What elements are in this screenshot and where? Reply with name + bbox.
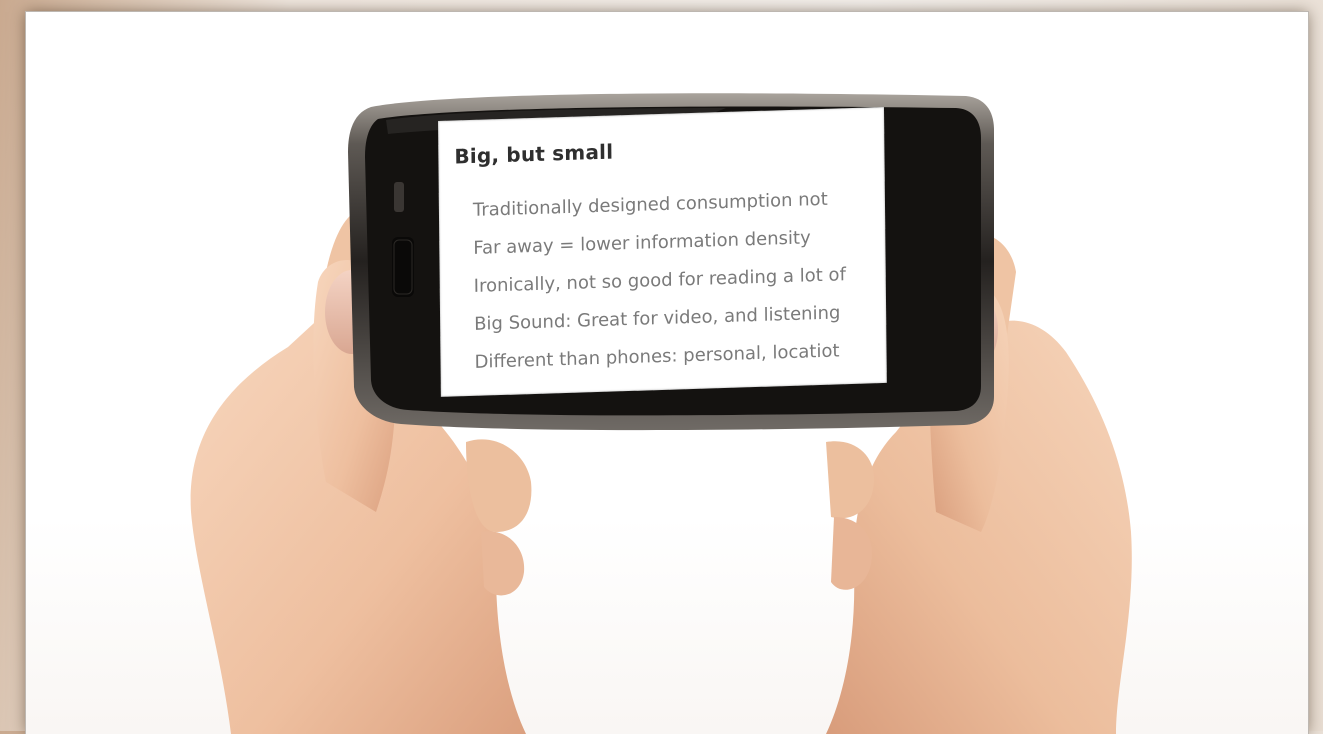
photo-frame: Big, but small Traditionally designed co… [26, 12, 1308, 734]
phone-screen: Big, but small Traditionally designed co… [438, 106, 887, 397]
slide-bullet-list: Traditionally designed consumption not F… [473, 180, 847, 382]
slide-title: Big, but small [454, 139, 614, 169]
